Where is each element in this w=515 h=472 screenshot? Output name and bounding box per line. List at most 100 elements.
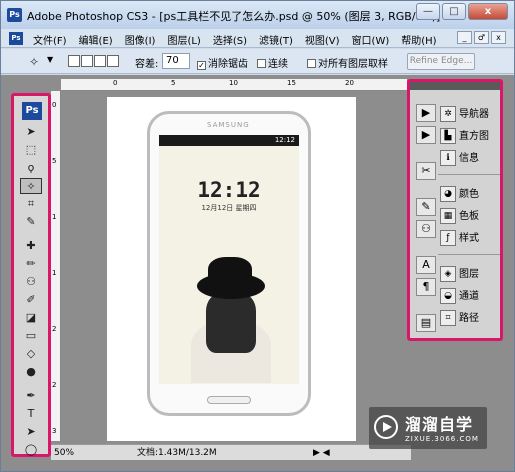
stamp-tool-icon[interactable]: ⚇: [20, 274, 42, 290]
menu-file[interactable]: 文件(F): [33, 32, 67, 47]
menu-select[interactable]: 选择(S): [213, 32, 247, 47]
title-bar: Ps Adobe Photoshop CS3 - [ps工具栏不见了怎么办.ps…: [1, 1, 514, 29]
ps-menu-icon[interactable]: Ps: [9, 32, 23, 45]
check-icon: ✓: [197, 61, 206, 70]
marquee-tool-icon[interactable]: ⬚: [20, 142, 42, 158]
new-selection-icon[interactable]: [68, 55, 80, 67]
panel-styles[interactable]: ƒ 样式: [440, 230, 500, 248]
watermark-name: 溜溜自学: [405, 415, 474, 434]
styles-icon: ƒ: [440, 230, 456, 246]
panel-dock-header[interactable]: [410, 82, 500, 90]
window-title: Adobe Photoshop CS3 - [ps工具栏不见了怎么办.psd @…: [27, 10, 441, 23]
panel-separator: [438, 254, 500, 255]
subtract-selection-icon[interactable]: [94, 55, 106, 67]
antialias-checkbox[interactable]: ✓ 消除锯齿: [197, 55, 248, 70]
move-tool-icon[interactable]: ➤: [20, 124, 42, 140]
channels-icon: ◒: [440, 288, 456, 304]
menu-window[interactable]: 窗口(W): [352, 32, 390, 47]
panel-swatches[interactable]: ▦ 色板: [440, 208, 500, 226]
menu-layer[interactable]: 图层(L): [167, 32, 200, 47]
panel-info[interactable]: ℹ 信息: [440, 150, 500, 168]
menu-image[interactable]: 图像(I): [125, 32, 156, 47]
magic-wand-tool-icon[interactable]: ✧: [20, 178, 42, 194]
refine-edge-button[interactable]: Refine Edge...: [407, 53, 475, 70]
doc-close-button[interactable]: x: [491, 31, 506, 44]
phone-status-bar: 12:12: [159, 135, 299, 146]
tools-preset-icon[interactable]: ✂: [416, 162, 436, 180]
shape-tool-icon[interactable]: ◯: [20, 442, 42, 458]
paragraph-icon[interactable]: ¶: [416, 278, 436, 296]
actions-icon[interactable]: ▶: [416, 104, 436, 122]
photo-hat-brim: [197, 273, 265, 299]
layers-icon: ◈: [440, 266, 456, 282]
play-icon[interactable]: ▶: [416, 126, 436, 144]
horizontal-ruler: 0 5 10 15 20: [61, 79, 407, 91]
panel-channels[interactable]: ◒ 通道: [440, 288, 500, 306]
panel-separator: [438, 174, 500, 175]
crop-tool-icon[interactable]: ⌗: [20, 196, 42, 212]
watermark: 溜溜自学 ZIXUE.3066.COM: [369, 407, 487, 449]
menu-help[interactable]: 帮助(H): [401, 32, 436, 47]
dodge-tool-icon[interactable]: ●: [20, 364, 42, 380]
doc-minimize-button[interactable]: _: [457, 31, 472, 44]
add-selection-icon[interactable]: [81, 55, 93, 67]
ps-app-icon: Ps: [7, 8, 22, 22]
menu-filter[interactable]: 滤镜(T): [259, 32, 293, 47]
magic-wand-preset-icon[interactable]: ✧: [29, 55, 39, 69]
navigator-icon: ✲: [440, 106, 456, 122]
swatches-icon: ▦: [440, 208, 456, 224]
zoom-level[interactable]: 50%: [54, 445, 74, 461]
pen-tool-icon[interactable]: ✒: [20, 388, 42, 404]
clone-source-icon[interactable]: ⚇: [416, 220, 436, 238]
path-selection-icon[interactable]: ➤: [20, 424, 42, 440]
brush-tool-icon[interactable]: ✏: [20, 256, 42, 272]
menu-edit[interactable]: 编辑(E): [79, 32, 113, 47]
slice-tool-icon[interactable]: ✎: [20, 214, 42, 230]
phone-home-button: [207, 396, 251, 404]
paths-icon: ⌗: [440, 310, 456, 326]
panel-color[interactable]: ◕ 颜色: [440, 186, 500, 204]
menu-view[interactable]: 视图(V): [305, 32, 340, 47]
menu-bar: Ps 文件(F) 编辑(E) 图像(I) 图层(L) 选择(S) 滤镜(T) 视…: [1, 29, 514, 48]
watermark-url: ZIXUE.3066.COM: [405, 435, 479, 443]
blur-tool-icon[interactable]: ◇: [20, 346, 42, 362]
photoshop-window: Ps Adobe Photoshop CS3 - [ps工具栏不见了怎么办.ps…: [0, 0, 515, 472]
gradient-tool-icon[interactable]: ▭: [20, 328, 42, 344]
document-status-bar: 50% 文档:1.43M/13.2M ▶ ◀: [51, 444, 411, 460]
phone-clock: 12:12: [197, 178, 261, 202]
play-icon: [374, 415, 398, 439]
color-icon: ◕: [440, 186, 456, 202]
brushes-icon[interactable]: ✎: [416, 198, 436, 216]
phone-brand: SAMSUNG: [207, 121, 250, 129]
tolerance-input[interactable]: 70: [162, 53, 190, 69]
panel-dock: ▶ ▶ ✂ ✎ ⚇ A ¶ ▤ ✲ 导航器 ▙ 直方图 ℹ 信息 ◕ 颜色 ▦ 色板 ƒ样…: [407, 79, 503, 341]
panel-paths[interactable]: ⌗ 路径: [440, 310, 500, 328]
phone-date: 12月12日 星期四: [201, 204, 257, 212]
histogram-icon: ▙: [440, 128, 456, 144]
panel-histogram[interactable]: ▙ 直方图: [440, 128, 500, 146]
intersect-selection-icon[interactable]: [107, 55, 119, 67]
contiguous-checkbox[interactable]: 连续: [257, 55, 288, 70]
healing-brush-icon[interactable]: ✚: [20, 238, 42, 254]
maximize-button[interactable]: □: [442, 3, 466, 20]
minimize-button[interactable]: —: [416, 3, 440, 20]
character-icon[interactable]: A: [416, 256, 436, 274]
tolerance-label: 容差:: [135, 59, 159, 70]
history-brush-icon[interactable]: ✐: [20, 292, 42, 308]
status-menu-arrow-icon[interactable]: ▶ ◀: [313, 445, 330, 461]
ps-toolbox-badge: Ps: [22, 102, 42, 120]
chevron-down-icon[interactable]: ▼: [47, 55, 53, 64]
panel-layers[interactable]: ◈ 图层: [440, 266, 500, 284]
eraser-tool-icon[interactable]: ◪: [20, 310, 42, 326]
layer-comps-icon[interactable]: ▤: [416, 314, 436, 332]
lasso-tool-icon[interactable]: ϙ: [20, 160, 42, 176]
vertical-ruler: 0 5 1 1 2 2 3: [51, 91, 61, 441]
tools-panel: Ps ➤ ⬚ ϙ ✧ ⌗ ✎ ✚ ✏ ⚇ ✐ ◪ ▭ ◇ ● ✒ T ➤ ◯: [11, 93, 51, 457]
options-bar: ✧ ▼ 容差: 70 ✓ 消除锯齿 连续 对所有图层取样 Refine Edge.…: [1, 49, 514, 74]
panel-navigator[interactable]: ✲ 导航器: [440, 106, 500, 124]
doc-restore-button[interactable]: ♂: [474, 31, 489, 44]
close-button[interactable]: x: [468, 3, 508, 20]
type-tool-icon[interactable]: T: [20, 406, 42, 422]
info-icon: ℹ: [440, 150, 456, 166]
sample-all-layers-checkbox[interactable]: 对所有图层取样: [307, 55, 388, 70]
